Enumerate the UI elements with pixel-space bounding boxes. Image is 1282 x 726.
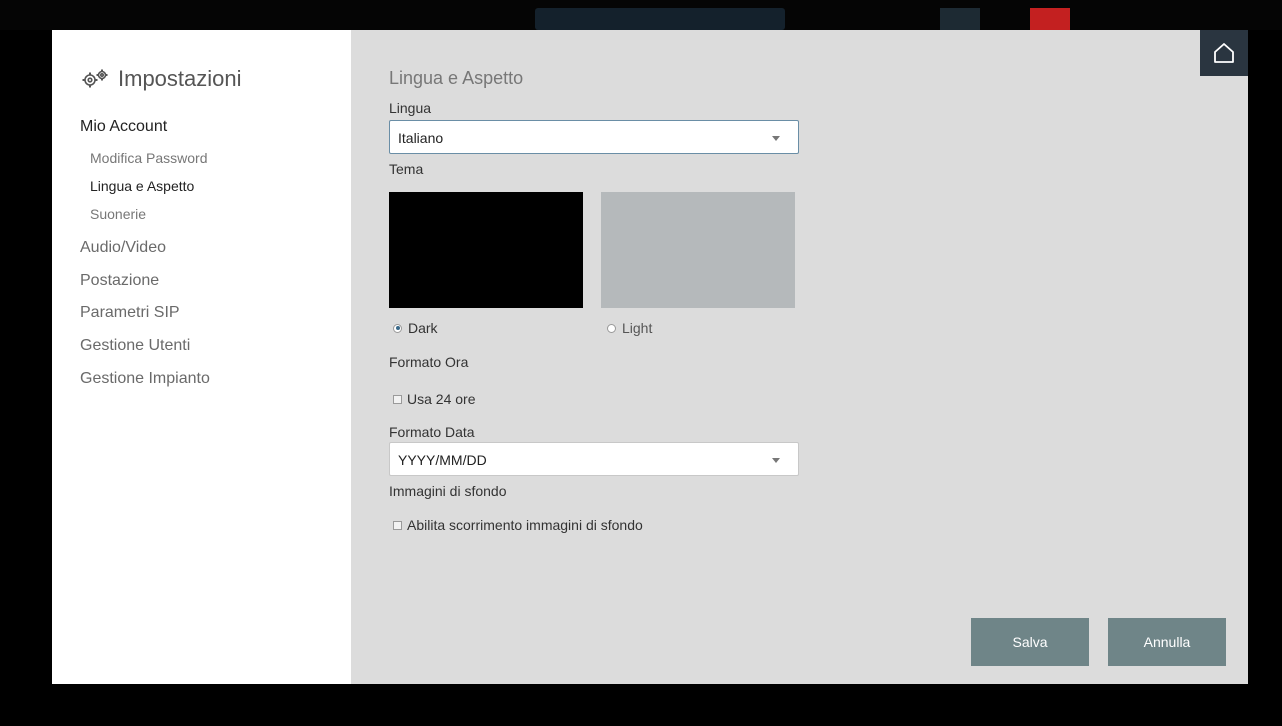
home-button[interactable] xyxy=(1200,30,1248,76)
language-label: Lingua xyxy=(389,100,432,116)
sidebar-item-parametri-sip[interactable]: Parametri SIP xyxy=(80,304,180,322)
cancel-button[interactable]: Annulla xyxy=(1108,618,1226,666)
theme-dark-preview[interactable] xyxy=(389,192,583,308)
wallpaper-label: Immagini di sfondo xyxy=(389,483,507,499)
date-format-label: Formato Data xyxy=(389,424,475,440)
wallpaper-scroll-label: Abilita scorrimento immagini di sfondo xyxy=(407,517,643,533)
theme-light-preview[interactable] xyxy=(601,192,795,308)
sidebar-item-mio-account[interactable]: Mio Account xyxy=(80,118,167,136)
wallpaper-scroll-checkbox[interactable]: Abilita scorrimento immagini di sfondo xyxy=(393,517,643,533)
theme-label: Tema xyxy=(389,161,424,177)
theme-light-radio[interactable]: Light xyxy=(607,320,652,336)
background-indicator xyxy=(940,8,980,30)
date-format-select-value: YYYY/MM/DD xyxy=(398,452,487,468)
sidebar-item-lingua-e-aspetto[interactable]: Lingua e Aspetto xyxy=(90,178,194,194)
sidebar-item-modifica-password[interactable]: Modifica Password xyxy=(90,150,208,166)
settings-content: Lingua e Aspetto Lingua Italiano Tema Da… xyxy=(351,30,1248,684)
language-select-value: Italiano xyxy=(398,130,444,146)
time-format-label: Formato Ora xyxy=(389,354,469,370)
sidebar-item-suonerie[interactable]: Suonerie xyxy=(90,206,146,222)
chevron-down-icon xyxy=(772,136,780,141)
use-24h-checkbox[interactable]: Usa 24 ore xyxy=(393,391,475,407)
save-button[interactable]: Salva xyxy=(971,618,1089,666)
theme-dark-radio[interactable]: Dark xyxy=(393,320,438,336)
theme-dark-label: Dark xyxy=(408,320,438,336)
language-select[interactable]: Italiano xyxy=(389,120,799,154)
settings-title-label: Impostazioni xyxy=(118,66,242,91)
background-alert-indicator xyxy=(1030,8,1070,30)
sidebar-item-gestione-impianto[interactable]: Gestione Impianto xyxy=(80,370,210,388)
settings-sidebar: Impostazioni Mio Account Modifica Passwo… xyxy=(52,30,351,684)
settings-dialog: Impostazioni Mio Account Modifica Passwo… xyxy=(52,30,1248,684)
checkbox-icon xyxy=(393,520,402,530)
use-24h-label: Usa 24 ore xyxy=(407,391,476,407)
chevron-down-icon xyxy=(772,458,780,463)
home-icon xyxy=(1214,43,1234,63)
settings-title: Impostazioni xyxy=(80,66,242,92)
section-title: Lingua e Aspetto xyxy=(389,68,524,88)
date-format-select[interactable]: YYYY/MM/DD xyxy=(389,442,799,476)
background-logo xyxy=(535,8,785,30)
theme-light-label: Light xyxy=(622,320,653,336)
gear-icon xyxy=(82,69,108,88)
radio-unchecked-icon xyxy=(607,323,616,333)
sidebar-item-postazione[interactable]: Postazione xyxy=(80,272,159,290)
sidebar-item-gestione-utenti[interactable]: Gestione Utenti xyxy=(80,337,190,355)
checkbox-icon xyxy=(393,394,402,404)
sidebar-item-audio-video[interactable]: Audio/Video xyxy=(80,239,166,257)
radio-checked-icon xyxy=(393,323,402,333)
